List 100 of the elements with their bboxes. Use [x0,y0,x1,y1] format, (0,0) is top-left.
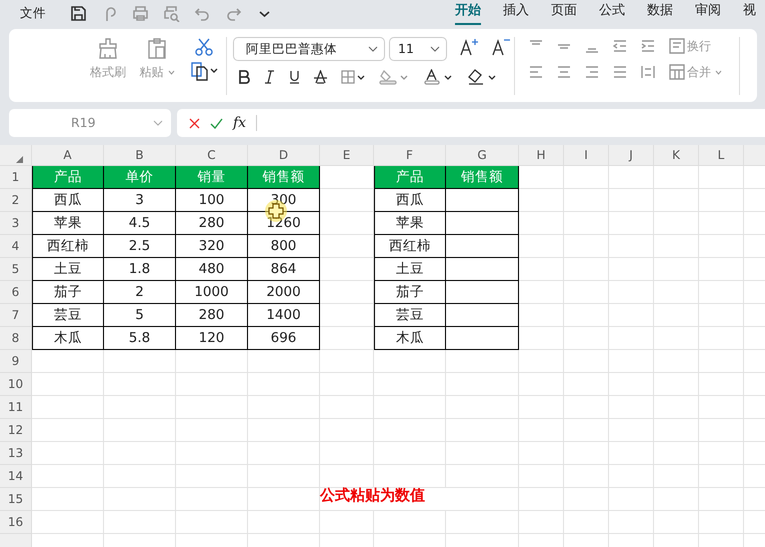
font-name-dropdown[interactable]: 阿里巴巴普惠体 [233,37,385,61]
increase-indent-icon[interactable] [641,39,655,53]
empty-cell [699,235,744,258]
empty-cell [564,373,609,396]
bold-icon[interactable] [239,70,250,84]
ribbon-tab[interactable]: 开始 [455,1,481,25]
empty-cell [374,465,446,488]
column-header[interactable]: E [320,145,374,166]
empty-cell [564,419,609,442]
paste-icon[interactable] [146,37,168,59]
merge-cells-icon [669,64,685,80]
strikethrough-icon[interactable] [314,70,327,84]
table-cell: 1000 [176,281,248,304]
empty-cell [248,442,320,465]
column-header[interactable]: H [519,145,564,166]
decrease-indent-icon[interactable] [613,39,627,53]
file-menu[interactable]: 文件 [20,4,46,22]
distributed-icon[interactable] [641,65,655,79]
empty-cell [104,373,176,396]
empty-cell [104,396,176,419]
empty-cell [654,511,699,534]
column-header[interactable]: K [654,145,699,166]
row-header[interactable]: 7 [0,304,32,327]
row-header[interactable]: 12 [0,419,32,442]
column-header[interactable]: D [248,145,320,166]
column-header[interactable]: J [609,145,654,166]
format-painter-icon[interactable] [97,37,119,59]
row-header[interactable]: 4 [0,235,32,258]
chevron-icon [430,46,440,52]
ribbon-tab[interactable]: 数据 [647,1,673,25]
column-header[interactable]: I [564,145,609,166]
borders-icon[interactable] [341,70,365,84]
row-header[interactable]: 14 [0,465,32,488]
row-header[interactable]: 15 [0,488,32,511]
function-button[interactable]: fx [233,112,246,134]
formula-bar[interactable]: fx [177,109,765,137]
column-header[interactable]: A [32,145,104,166]
italic-icon[interactable] [264,70,275,84]
row-header[interactable]: 9 [0,350,32,373]
table-cell: 320 [176,235,248,258]
empty-cell [654,258,699,281]
row-header[interactable]: 3 [0,212,32,235]
scissors-icon[interactable] [194,37,214,57]
ribbon-tab[interactable]: 审阅 [695,1,721,25]
ribbon-tab[interactable]: 公式 [599,1,625,25]
table-cell: 土豆 [32,258,104,281]
row-header[interactable]: 13 [0,442,32,465]
empty-cell [176,419,248,442]
empty-cell [519,511,564,534]
header-cell: 销量 [176,166,248,189]
align-right-icon[interactable] [585,65,599,79]
table-cell: 芸豆 [374,304,446,327]
ribbon-tab[interactable]: 页面 [551,1,577,25]
column-header[interactable]: C [176,145,248,166]
fill-color-icon[interactable] [379,69,409,85]
row-header[interactable]: 16 [0,511,32,534]
empty-cell [374,396,446,419]
underline-icon[interactable] [289,70,300,84]
table-cell: 苹果 [32,212,104,235]
eraser-icon[interactable] [467,69,497,85]
column-header[interactable]: B [104,145,176,166]
table-cell: 280 [176,212,248,235]
column-header[interactable]: G [446,145,519,166]
row-header[interactable]: 1 [0,166,32,189]
font-size-dropdown[interactable]: 11 [389,37,447,61]
decrease-font-icon[interactable] [491,37,511,57]
empty-cell [699,304,744,327]
empty-cell [564,189,609,212]
name-box[interactable]: R19 [9,109,171,137]
row-header[interactable]: 6 [0,281,32,304]
empty-cell [248,373,320,396]
print-preview-icon[interactable] [163,4,180,22]
row-header[interactable]: 10 [0,373,32,396]
empty-cell [699,350,744,373]
empty-cell [176,350,248,373]
row-header[interactable]: 8 [0,327,32,350]
row-header[interactable]: 2 [0,189,32,212]
select-all-icon[interactable] [16,156,23,162]
empty-cell [564,488,609,511]
empty-cell [609,281,654,304]
close-icon[interactable] [189,118,200,128]
empty-cell [654,189,699,212]
column-header[interactable]: L [699,145,744,166]
header-cell: 产品 [374,166,446,189]
align-center-icon[interactable] [557,65,571,79]
align-left-icon[interactable] [529,65,543,79]
header-cell: 销售额 [446,166,519,189]
justify-icon[interactable] [613,65,627,79]
copy-icon[interactable] [190,61,218,81]
print-icon[interactable] [132,4,149,22]
ribbon-tab[interactable]: 视 [743,1,756,25]
ribbon-tab[interactable]: 插入 [503,1,529,25]
row-header[interactable]: 5 [0,258,32,281]
save-icon[interactable] [70,4,87,22]
column-header[interactable]: F [374,145,446,166]
empty-cell [609,189,654,212]
check-icon[interactable] [210,118,223,128]
increase-font-icon[interactable] [459,37,479,57]
font-color-icon[interactable] [423,69,453,85]
row-header[interactable]: 11 [0,396,32,419]
